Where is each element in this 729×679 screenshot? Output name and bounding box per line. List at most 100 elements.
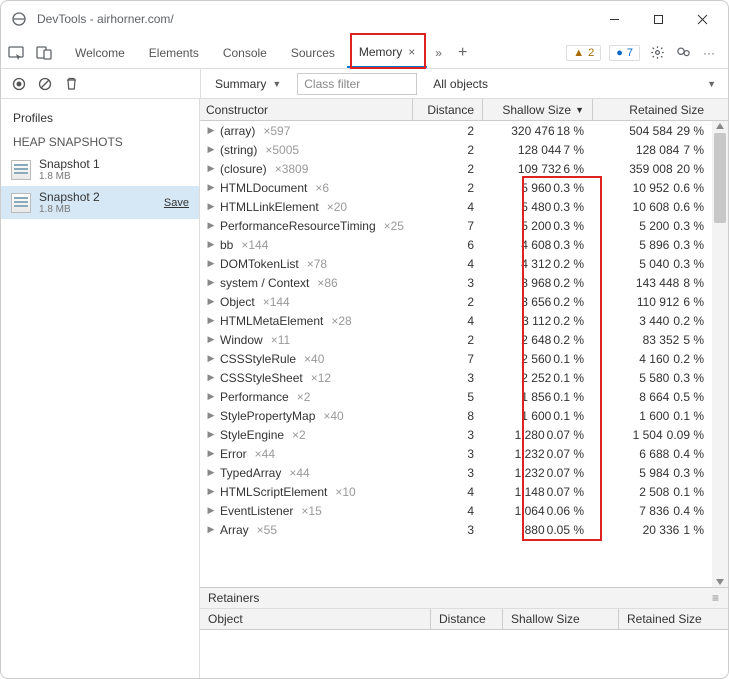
table-row[interactable]: ▶ (string) ×5005 2 128 0447 % 128 0847 %: [200, 140, 728, 159]
expand-icon[interactable]: ▶: [206, 334, 216, 345]
ret-header-object[interactable]: Object: [200, 612, 430, 626]
table-row[interactable]: ▶ Array ×55 3 8800.05 % 20 3361 %: [200, 520, 728, 539]
expand-icon[interactable]: ▶: [206, 524, 216, 535]
expand-icon[interactable]: ▶: [206, 391, 216, 402]
tab-sources[interactable]: Sources: [279, 37, 347, 68]
tab-elements[interactable]: Elements: [137, 37, 211, 68]
expand-icon[interactable]: ▶: [206, 467, 216, 478]
shallow-size: 3 968: [521, 276, 551, 290]
distance-value: 6: [412, 238, 482, 252]
close-button[interactable]: [684, 5, 720, 33]
vertical-scrollbar[interactable]: [712, 121, 728, 587]
table-row[interactable]: ▶ Window ×11 2 2 6480.2 % 83 3525 %: [200, 330, 728, 349]
expand-icon[interactable]: ▶: [206, 296, 216, 307]
table-row[interactable]: ▶ HTMLLinkElement ×20 4 5 4800.3 % 10 60…: [200, 197, 728, 216]
expand-icon[interactable]: ▶: [206, 277, 216, 288]
table-row[interactable]: ▶ CSSStyleSheet ×12 3 2 2520.1 % 5 5800.…: [200, 368, 728, 387]
expand-icon[interactable]: ▶: [206, 505, 216, 516]
instance-count: ×11: [271, 333, 290, 347]
table-row[interactable]: ▶ StyleEngine ×2 3 1 2800.07 % 1 5040.09…: [200, 425, 728, 444]
info-badge[interactable]: ● 7: [609, 45, 640, 61]
expand-icon[interactable]: ▶: [206, 258, 216, 269]
header-shallow-label: Shallow Size: [502, 103, 571, 117]
table-row[interactable]: ▶ HTMLMetaElement ×28 4 3 1120.2 % 3 440…: [200, 311, 728, 330]
shallow-size: 1 280: [515, 428, 545, 442]
expand-icon[interactable]: ▶: [206, 429, 216, 440]
shallow-size: 5 200: [521, 219, 551, 233]
retainers-menu-icon[interactable]: ≡: [712, 591, 720, 605]
tab-welcome[interactable]: Welcome: [63, 37, 137, 68]
ret-header-shallow[interactable]: Shallow Size: [502, 609, 618, 629]
expand-icon[interactable]: ▶: [206, 315, 216, 326]
new-tab-button[interactable]: +: [450, 44, 475, 62]
table-row[interactable]: ▶ EventListener ×15 4 1 0640.06 % 7 8360…: [200, 501, 728, 520]
table-row[interactable]: ▶ HTMLDocument ×6 2 5 9600.3 % 10 9520.6…: [200, 178, 728, 197]
table-row[interactable]: ▶ Object ×144 2 3 6560.2 % 110 9126 %: [200, 292, 728, 311]
tab-memory[interactable]: Memory×: [347, 37, 427, 68]
expand-icon[interactable]: ▶: [206, 182, 216, 193]
table-row[interactable]: ▶ HTMLScriptElement ×10 4 1 1480.07 % 2 …: [200, 482, 728, 501]
shallow-pct: 0.07 %: [547, 447, 584, 461]
record-icon[interactable]: [11, 76, 27, 92]
constructor-name: EventListener: [220, 504, 293, 518]
distance-value: 2: [412, 295, 482, 309]
header-shallow[interactable]: Shallow Size▼: [482, 99, 592, 120]
expand-icon[interactable]: ▶: [206, 448, 216, 459]
ret-header-retained[interactable]: Retained Size: [618, 609, 728, 629]
expand-icon[interactable]: ▶: [206, 372, 216, 383]
close-icon[interactable]: ×: [408, 45, 415, 59]
expand-icon[interactable]: ▶: [206, 201, 216, 212]
device-toggle-icon[interactable]: [35, 45, 53, 61]
retained-pct: 0.3 %: [673, 219, 704, 233]
expand-icon[interactable]: ▶: [206, 125, 216, 136]
caret-down-icon: ▼: [272, 79, 281, 89]
more-tabs-icon[interactable]: »: [427, 46, 450, 60]
expand-icon[interactable]: ▶: [206, 410, 216, 421]
warnings-badge[interactable]: ▲ 2: [566, 45, 601, 61]
snapshot-size: 1.8 MB: [39, 171, 100, 182]
expand-icon[interactable]: ▶: [206, 486, 216, 497]
table-row[interactable]: ▶ Performance ×2 5 1 8560.1 % 8 6640.5 %: [200, 387, 728, 406]
table-row[interactable]: ▶ CSSStyleRule ×40 7 2 5600.1 % 4 1600.2…: [200, 349, 728, 368]
table-row[interactable]: ▶ PerformanceResourceTiming ×25 7 5 2000…: [200, 216, 728, 235]
save-link[interactable]: Save: [164, 197, 189, 209]
minimize-button[interactable]: [596, 5, 632, 33]
expand-icon[interactable]: ▶: [206, 220, 216, 231]
table-row[interactable]: ▶ (array) ×597 2 320 47618 % 504 58429 %: [200, 121, 728, 140]
maximize-button[interactable]: [640, 5, 676, 33]
expand-icon[interactable]: ▶: [206, 353, 216, 364]
more-menu-icon[interactable]: ···: [700, 46, 718, 60]
tab-console[interactable]: Console: [211, 37, 279, 68]
scrollbar-thumb[interactable]: [714, 133, 726, 223]
header-distance[interactable]: Distance: [412, 99, 482, 120]
clear-icon[interactable]: [37, 76, 53, 92]
info-count: 7: [627, 47, 633, 59]
header-retained[interactable]: Retained Size: [592, 99, 712, 120]
scope-select[interactable]: All objects: [425, 77, 488, 91]
settings-icon[interactable]: [648, 45, 666, 60]
table-row[interactable]: ▶ DOMTokenList ×78 4 4 3120.2 % 5 0400.3…: [200, 254, 728, 273]
summary-select[interactable]: Summary ▼: [207, 77, 289, 91]
table-row[interactable]: ▶ TypedArray ×44 3 1 2320.07 % 5 9840.3 …: [200, 463, 728, 482]
table-row[interactable]: ▶ Error ×44 3 1 2320.07 % 6 6880.4 %: [200, 444, 728, 463]
retained-pct: 20 %: [677, 162, 704, 176]
expand-icon[interactable]: ▶: [206, 163, 216, 174]
feedback-icon[interactable]: [674, 45, 692, 60]
header-constructor[interactable]: Constructor: [200, 103, 412, 117]
expand-icon[interactable]: ▶: [206, 144, 216, 155]
snapshot-item[interactable]: Snapshot 1 1.8 MB: [1, 153, 199, 186]
inspect-icon[interactable]: [7, 45, 25, 61]
class-filter-input[interactable]: Class filter: [297, 73, 417, 95]
delete-icon[interactable]: [63, 76, 79, 92]
ret-header-distance[interactable]: Distance: [430, 609, 502, 629]
table-row[interactable]: ▶ bb ×144 6 4 6080.3 % 5 8960.3 %: [200, 235, 728, 254]
expand-icon[interactable]: ▶: [206, 239, 216, 250]
table-row[interactable]: ▶ system / Context ×86 3 3 9680.2 % 143 …: [200, 273, 728, 292]
table-row[interactable]: ▶ (closure) ×3809 2 109 7326 % 359 00820…: [200, 159, 728, 178]
distance-value: 3: [412, 466, 482, 480]
shallow-pct: 18 %: [557, 124, 584, 138]
table-row[interactable]: ▶ StylePropertyMap ×40 8 1 6000.1 % 1 60…: [200, 406, 728, 425]
retained-size: 20 336: [643, 523, 680, 537]
snapshot-name: Snapshot 2: [39, 190, 100, 204]
snapshot-item[interactable]: Snapshot 2 1.8 MB Save: [1, 186, 199, 219]
